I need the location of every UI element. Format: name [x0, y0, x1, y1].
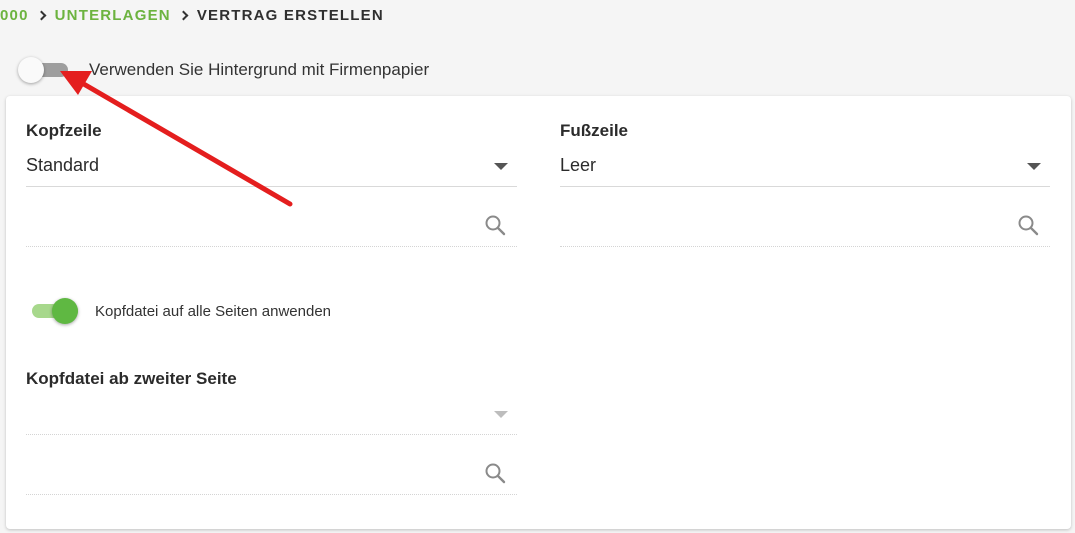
- background-toggle-row: Verwenden Sie Hintergrund mit Firmenpapi…: [18, 57, 430, 83]
- breadcrumb-item-id[interactable]: 000: [0, 7, 29, 24]
- footer-search-input[interactable]: [560, 209, 977, 239]
- chevron-right-icon: [177, 8, 191, 22]
- caret-down-icon: [494, 163, 508, 170]
- caret-down-icon: [494, 411, 508, 418]
- header-section-title: Kopfzeile: [26, 121, 102, 140]
- background-toggle-switch[interactable]: [18, 57, 70, 83]
- toggle-thumb: [18, 57, 44, 83]
- settings-card: Kopfzeile Standard Fußzeile Leer Kopfdat…: [6, 96, 1071, 529]
- second-page-search-input[interactable]: [26, 457, 444, 487]
- apply-all-pages-row: Kopfdatei auf alle Seiten anwenden: [28, 298, 331, 324]
- chevron-right-icon: [35, 8, 49, 22]
- header-search-input[interactable]: [26, 209, 444, 239]
- breadcrumb: 000 UNTERLAGEN VERTRAG ERSTELLEN: [0, 6, 384, 24]
- toggle-thumb: [52, 298, 78, 324]
- second-page-header-select[interactable]: [26, 393, 517, 435]
- breadcrumb-item-current: VERTRAG ERSTELLEN: [196, 6, 384, 24]
- second-page-header-title: Kopfdatei ab zweiter Seite: [26, 369, 237, 388]
- header-select[interactable]: Standard: [26, 145, 517, 187]
- footer-select[interactable]: Leer: [560, 145, 1050, 187]
- footer-section-title: Fußzeile: [560, 121, 629, 140]
- search-icon[interactable]: [483, 213, 507, 237]
- header-select-value: Standard: [26, 155, 100, 175]
- apply-all-pages-label: Kopfdatei auf alle Seiten anwenden: [95, 302, 332, 320]
- search-icon[interactable]: [483, 461, 507, 485]
- footer-search-field: [560, 201, 1050, 247]
- search-icon[interactable]: [1016, 213, 1040, 237]
- breadcrumb-item-unterlagen[interactable]: UNTERLAGEN: [55, 7, 171, 24]
- page: 000 UNTERLAGEN VERTRAG ERSTELLEN Verwend…: [0, 0, 1075, 533]
- apply-all-pages-switch[interactable]: [28, 298, 80, 324]
- footer-select-value: Leer: [560, 155, 597, 175]
- header-search-field: [26, 201, 517, 247]
- second-page-search-field: [26, 449, 517, 495]
- background-toggle-label: Verwenden Sie Hintergrund mit Firmenpapi…: [89, 60, 430, 79]
- caret-down-icon: [1027, 163, 1041, 170]
